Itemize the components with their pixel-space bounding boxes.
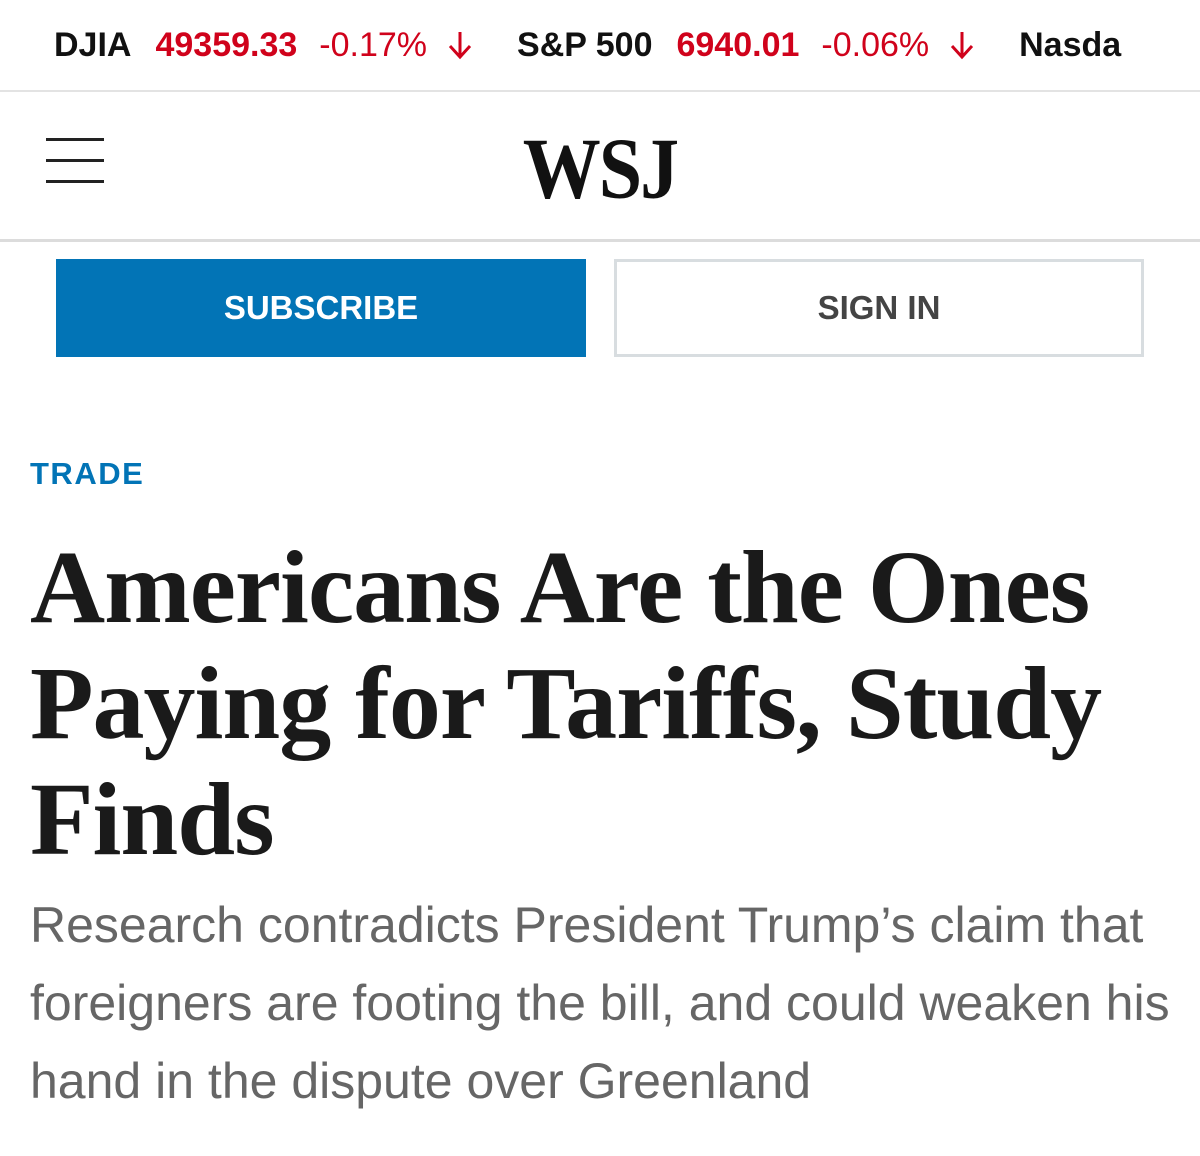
article-dek: Research contradicts President Trump’s c… [30, 897, 1170, 1109]
wsj-logo[interactable]: WSJ [0, 118, 1200, 219]
site-header: WSJ [0, 92, 1200, 242]
ticker-value: 49359.33 [155, 25, 298, 64]
ticker-item-djia[interactable]: DJIA 49359.33 -0.17% [54, 26, 473, 65]
arrow-down-icon [448, 32, 472, 60]
section-label[interactable]: TRADE [30, 456, 144, 492]
ticker-change: -0.06% [821, 25, 930, 64]
ticker-item-sp500[interactable]: S&P 500 6940.01 -0.06% [517, 26, 975, 65]
article-headline: Americans Are the Ones Paying for Tariff… [30, 530, 1102, 877]
ticker-value: 6940.01 [676, 25, 800, 64]
ticker-change: -0.17% [319, 25, 428, 64]
ticker-item-nasdaq[interactable]: Nasda [1019, 26, 1145, 65]
subscribe-button[interactable]: SUBSCRIBE [56, 259, 586, 357]
ticker-name: Nasda [1019, 25, 1122, 64]
sign-in-button[interactable]: SIGN IN [614, 259, 1144, 357]
market-ticker: DJIA 49359.33 -0.17% S&P 500 6940.01 -0.… [0, 0, 1200, 92]
arrow-down-icon [951, 32, 974, 60]
ticker-track: DJIA 49359.33 -0.17% S&P 500 6940.01 -0.… [54, 20, 1189, 70]
ticker-name: DJIA [54, 25, 132, 64]
ticker-name: S&P 500 [517, 25, 653, 64]
